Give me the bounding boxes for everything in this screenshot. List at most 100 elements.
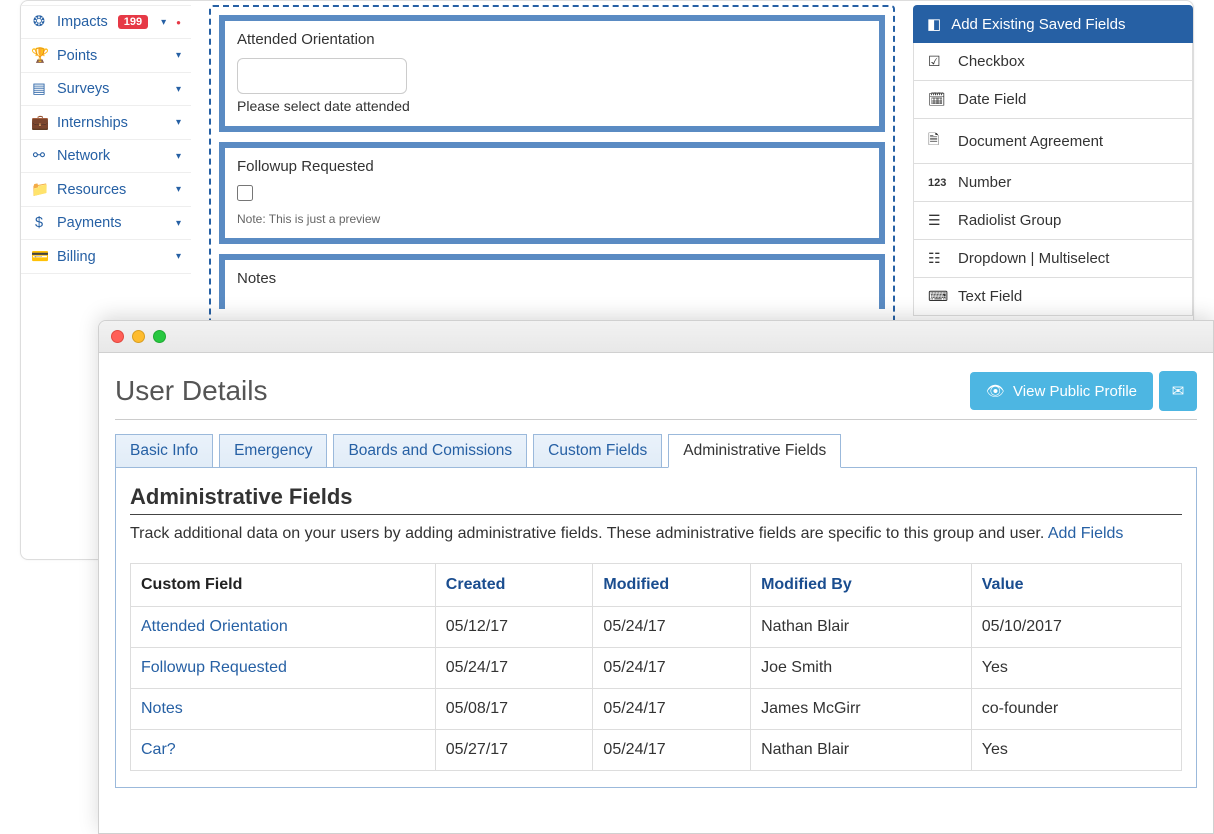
- field-link[interactable]: Followup Requested: [131, 648, 436, 689]
- cell-value: co-founder: [971, 689, 1181, 730]
- palette-dropdown[interactable]: ☷ Dropdown | Multiselect: [913, 240, 1193, 278]
- page-title: User Details: [115, 375, 267, 407]
- date-input[interactable]: [237, 58, 407, 94]
- cell-created: 05/08/17: [435, 689, 593, 730]
- palette-item-label: Checkbox: [958, 53, 1025, 70]
- table-row: Car? 05/27/17 05/24/17 Nathan Blair Yes: [131, 730, 1182, 771]
- briefcase-icon: 💼: [31, 114, 47, 131]
- field-followup-requested[interactable]: Followup Requested Note: This is just a …: [219, 142, 885, 244]
- col-modified[interactable]: Modified: [593, 564, 751, 607]
- tab-boards[interactable]: Boards and Comissions: [333, 434, 527, 468]
- palette-checkbox[interactable]: ☑ Checkbox: [913, 43, 1193, 81]
- col-created[interactable]: Created: [435, 564, 593, 607]
- table-row: Attended Orientation 05/12/17 05/24/17 N…: [131, 607, 1182, 648]
- field-link[interactable]: Car?: [131, 730, 436, 771]
- envelope-icon: ✉: [1172, 382, 1185, 400]
- caret-down-icon: ▾: [176, 218, 181, 229]
- palette-number[interactable]: 123 Number: [913, 164, 1193, 202]
- palette-item-label: Radiolist Group: [958, 212, 1061, 229]
- field-attended-orientation[interactable]: Attended Orientation Please select date …: [219, 15, 885, 132]
- caret-down-icon: ▾: [176, 151, 181, 162]
- field-link[interactable]: Notes: [131, 689, 436, 730]
- sidebar-item-label: Internships: [57, 115, 128, 131]
- cell-modified: 05/24/17: [593, 689, 751, 730]
- sidebar-item-billing[interactable]: 💳 Billing ▾: [21, 240, 191, 274]
- bookmark-icon: ◧: [927, 15, 941, 33]
- tab-emergency[interactable]: Emergency: [219, 434, 327, 468]
- caret-down-icon: ▾: [176, 117, 181, 128]
- list-icon: ▤: [31, 81, 47, 97]
- field-helper: Please select date attended: [237, 98, 867, 114]
- calendar-icon: 🗓: [928, 91, 946, 108]
- table-row: Followup Requested 05/24/17 05/24/17 Joe…: [131, 648, 1182, 689]
- zoom-icon[interactable]: [153, 330, 166, 343]
- sidebar-item-label: Billing: [57, 249, 96, 265]
- sidebar-item-payments[interactable]: $ Payments ▾: [21, 207, 191, 240]
- sidebar-item-label: Points: [57, 48, 97, 64]
- cell-modified: 05/24/17: [593, 648, 751, 689]
- minimize-icon[interactable]: [132, 330, 145, 343]
- document-icon: 🗎: [928, 129, 946, 153]
- cell-created: 05/24/17: [435, 648, 593, 689]
- sidebar-item-surveys[interactable]: ▤ Surveys ▾: [21, 73, 191, 106]
- network-icon: ⚯: [31, 148, 47, 164]
- palette-item-label: Text Field: [958, 288, 1022, 305]
- folder-icon: 📁: [31, 181, 47, 198]
- panel-description: Track additional data on your users by a…: [130, 525, 1182, 543]
- palette-radiolist[interactable]: ☰ Radiolist Group: [913, 202, 1193, 240]
- cell-created: 05/12/17: [435, 607, 593, 648]
- view-public-profile-button[interactable]: 👁 View Public Profile: [970, 372, 1153, 410]
- radiolist-icon: ☰: [928, 212, 946, 229]
- sidebar-item-network[interactable]: ⚯ Network ▾: [21, 140, 191, 173]
- cell-created: 05/27/17: [435, 730, 593, 771]
- email-button[interactable]: ✉: [1159, 371, 1197, 411]
- sidebar-item-points[interactable]: 🏆 Points ▾: [21, 39, 191, 73]
- checkbox-input[interactable]: [237, 185, 253, 201]
- preview-note: Note: This is just a preview: [237, 212, 867, 226]
- text-field-icon: ⌨: [928, 288, 946, 305]
- cell-by: Nathan Blair: [751, 730, 972, 771]
- caret-down-icon: ▾: [176, 84, 181, 95]
- palette-item-label: Number: [958, 174, 1011, 191]
- caret-down-icon: ▾: [176, 251, 181, 262]
- col-value[interactable]: Value: [971, 564, 1181, 607]
- col-custom-field[interactable]: Custom Field: [131, 564, 436, 607]
- field-link[interactable]: Attended Orientation: [131, 607, 436, 648]
- user-details-window: User Details 👁 View Public Profile ✉ Bas…: [98, 320, 1214, 834]
- dropdown-icon: ☷: [928, 250, 946, 267]
- cell-value: Yes: [971, 648, 1181, 689]
- palette-title: Add Existing Saved Fields: [951, 16, 1125, 33]
- close-icon[interactable]: [111, 330, 124, 343]
- page-header: User Details 👁 View Public Profile ✉: [115, 371, 1197, 420]
- palette-text-field[interactable]: ⌨ Text Field: [913, 278, 1193, 316]
- tabs: Basic Info Emergency Boards and Comissio…: [115, 434, 1197, 468]
- trophy-icon: 🏆: [31, 47, 47, 64]
- sidebar-item-label: Resources: [57, 182, 126, 198]
- field-notes[interactable]: Notes: [219, 254, 885, 309]
- sidebar-item-resources[interactable]: 📁 Resources ▾: [21, 173, 191, 207]
- sidebar-item-impacts[interactable]: ❂ Impacts 199 ▾ ●: [21, 5, 191, 39]
- panel-description-text: Track additional data on your users by a…: [130, 525, 1048, 542]
- dollar-icon: $: [31, 215, 47, 231]
- sidebar-item-internships[interactable]: 💼 Internships ▾: [21, 106, 191, 140]
- tab-admin-fields[interactable]: Administrative Fields: [668, 434, 841, 468]
- caret-down-icon: ▾: [176, 184, 181, 195]
- col-modified-by[interactable]: Modified By: [751, 564, 972, 607]
- button-label: View Public Profile: [1013, 383, 1137, 400]
- table-row: Notes 05/08/17 05/24/17 James McGirr co-…: [131, 689, 1182, 730]
- cell-modified: 05/24/17: [593, 607, 751, 648]
- palette-header: ◧ Add Existing Saved Fields: [913, 5, 1193, 43]
- tab-custom-fields[interactable]: Custom Fields: [533, 434, 662, 468]
- field-label: Notes: [237, 270, 867, 287]
- cell-by: Joe Smith: [751, 648, 972, 689]
- cell-by: James McGirr: [751, 689, 972, 730]
- dashboard-icon: ❂: [31, 14, 47, 30]
- palette-date-field[interactable]: 🗓 Date Field: [913, 81, 1193, 119]
- palette-document-agreement[interactable]: 🗎 Document Agreement: [913, 119, 1193, 164]
- palette-item-label: Document Agreement: [958, 133, 1103, 150]
- cell-by: Nathan Blair: [751, 607, 972, 648]
- tab-basic-info[interactable]: Basic Info: [115, 434, 213, 468]
- caret-down-icon: ▾: [176, 50, 181, 61]
- alert-dot-icon: ●: [176, 18, 181, 27]
- add-fields-link[interactable]: Add Fields: [1048, 525, 1124, 542]
